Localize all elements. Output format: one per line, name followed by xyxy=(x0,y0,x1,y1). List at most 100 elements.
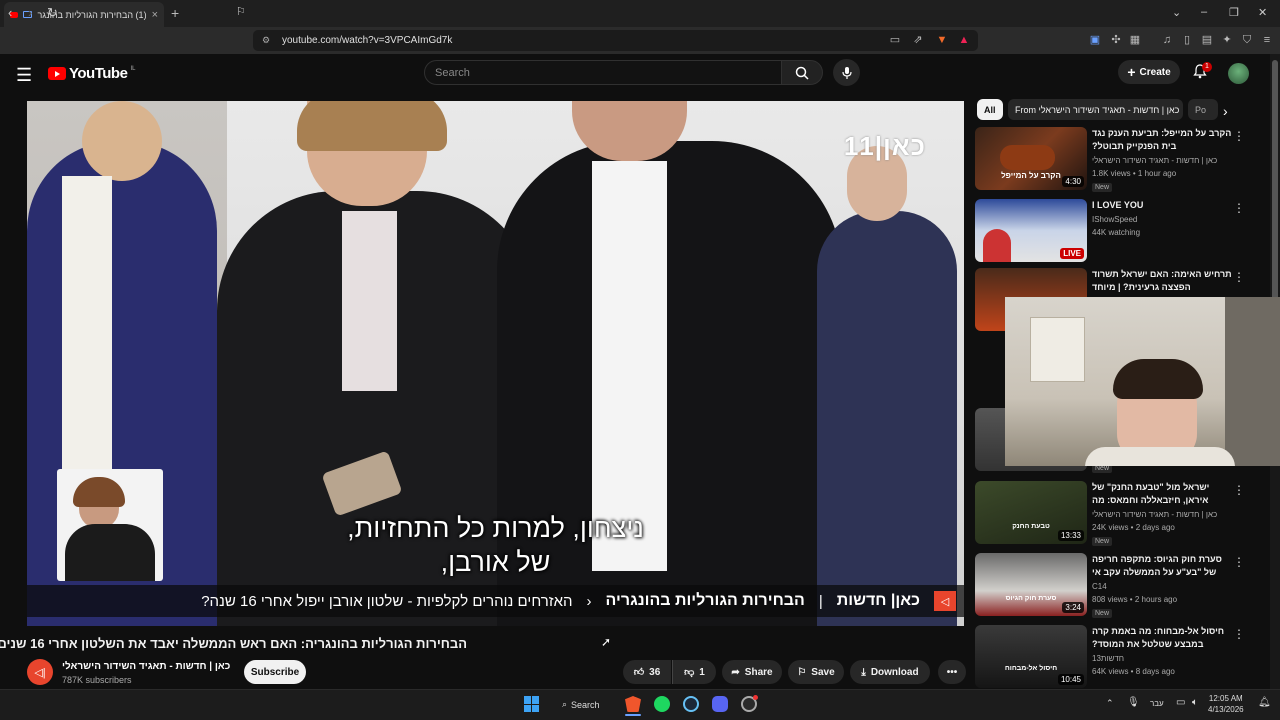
new-badge: New xyxy=(1092,537,1113,546)
media-icon[interactable]: ♫ xyxy=(1160,33,1174,47)
input-language[interactable]: עבר xyxy=(1150,699,1164,708)
vpn-icon[interactable]: ⛉ xyxy=(1240,33,1254,47)
account-avatar[interactable] xyxy=(1228,63,1249,84)
screenshot-icon[interactable]: ▦ xyxy=(1128,33,1142,47)
channel-avatar[interactable]: ◁| xyxy=(27,659,53,685)
download-label: Download xyxy=(870,666,919,678)
share-button[interactable]: ➦ Share xyxy=(722,660,782,684)
url-text: youtube.com/watch?v=3VPCAImGd7k xyxy=(282,35,453,46)
brave-browser-icon[interactable] xyxy=(625,696,641,712)
clock-time: 12:05 AM xyxy=(1208,694,1243,703)
taskbar-clock[interactable]: 12:05 AM 4/13/2026 xyxy=(1208,693,1244,715)
tray-mic-icon[interactable]: 🎙︎ xyxy=(1127,697,1140,708)
video-title: ישראל מול "טבעת החנק" של איראן, חיזבאללה… xyxy=(1092,482,1210,505)
cast-icon[interactable]: ▭ xyxy=(888,33,902,47)
hamburger-menu-icon[interactable]: ☰ xyxy=(16,65,32,86)
video-title: הקרב על המייפל: תביעת הענק נגד בית הפנקי… xyxy=(1092,128,1232,151)
extension-icon[interactable]: ▣ xyxy=(1088,33,1102,47)
spotify-icon[interactable] xyxy=(654,696,670,712)
recommended-video[interactable]: טבעת החנק 13:33 ישראל מול "טבעת החנק" של… xyxy=(975,481,1265,546)
brave-shields-icon[interactable]: ▼ xyxy=(935,33,949,47)
thumbnail-text: טבעת החנק xyxy=(1012,523,1050,530)
create-button[interactable]: + Create xyxy=(1118,60,1180,84)
logo-text: YouTube xyxy=(69,65,128,82)
bookmark-icon[interactable]: ⚐ xyxy=(236,5,246,18)
brave-rewards-icon[interactable]: ▲ xyxy=(957,33,971,47)
site-info-icon[interactable]: ⚙ xyxy=(262,35,270,46)
more-options-icon[interactable]: ⋮ xyxy=(1233,270,1245,284)
bookmark-save-icon: ⚐ xyxy=(797,666,807,678)
chip-from-channel[interactable]: From כאן | חדשות - תאגיד השידור הישראלי xyxy=(1008,99,1183,120)
recommended-video[interactable]: סערת חוק הגיוס 3:24 סערת חוק הגיוס: מתקפ… xyxy=(975,553,1265,618)
address-bar[interactable]: youtube.com/watch?v=3VPCAImGd7k xyxy=(253,30,978,51)
tab-search-chevron-icon[interactable]: ⌄ xyxy=(1172,6,1181,19)
recommended-video[interactable]: הקרב על המייפל 4:30 הקרב על המייפל: תביע… xyxy=(975,127,1265,192)
wallet-icon[interactable]: ▤ xyxy=(1200,33,1214,47)
maximize-icon[interactable]: ❐ xyxy=(1229,6,1239,19)
new-badge: New xyxy=(1092,609,1113,618)
tray-chevron-icon[interactable]: ⌃ xyxy=(1106,698,1114,709)
youtube-logo[interactable]: YouTube IL xyxy=(48,65,135,82)
notification-center-icon[interactable]: 🔔︎ xyxy=(1258,697,1271,708)
news-ticker: ◁ כאן| חדשות | הבחירות הגורליות בהונגריה… xyxy=(27,585,964,617)
create-label: Create xyxy=(1139,66,1171,78)
chip-all[interactable]: All xyxy=(977,99,1003,120)
voice-search-button[interactable] xyxy=(833,59,860,86)
download-icon: ⤓ xyxy=(861,666,866,678)
leo-ai-icon[interactable]: ✦ xyxy=(1220,33,1234,47)
discord-icon[interactable] xyxy=(712,696,728,712)
more-options-icon[interactable]: ⋮ xyxy=(1233,129,1245,143)
video-scarf-center xyxy=(342,211,397,391)
video-thumbnail: LIVE xyxy=(975,199,1087,262)
recommended-video[interactable]: LIVE I LOVE YOU IShowSpeed 44K watching … xyxy=(975,199,1265,263)
download-button[interactable]: ⤓ Download xyxy=(850,660,930,684)
close-window-icon[interactable]: ✕ xyxy=(1258,6,1267,19)
taskbar-search-button[interactable]: ⌕ Search xyxy=(556,694,608,715)
like-count: 36 xyxy=(649,666,661,678)
live-badge: LIVE xyxy=(1060,248,1084,259)
share-page-icon[interactable]: ⇗ xyxy=(911,33,925,47)
webcam-wall xyxy=(1225,297,1280,466)
forward-icon[interactable]: › xyxy=(28,5,32,20)
save-button[interactable]: ⚐ Save xyxy=(788,660,844,684)
recommended-video[interactable]: חיסול אל-מבחוח 10:45 חיסול אל-מבחוח: מה … xyxy=(975,625,1265,689)
scrollbar-thumb[interactable] xyxy=(1272,60,1278,300)
video-title: I LOVE YOU xyxy=(1092,200,1144,210)
microphone-icon xyxy=(841,66,852,79)
new-tab-button[interactable]: + xyxy=(171,5,179,21)
more-options-icon[interactable]: ⋮ xyxy=(1233,201,1245,215)
reload-icon[interactable]: ↻ xyxy=(47,5,58,21)
channel-name[interactable]: כאן | חדשות - תאגיד השידור הישראלי xyxy=(62,661,230,672)
thumbnail-text: חיסול אל-מבחוח xyxy=(1004,665,1058,672)
back-icon[interactable]: ‹ xyxy=(8,5,12,20)
more-actions-button[interactable]: ••• xyxy=(938,660,966,684)
browser-menu-icon[interactable]: ≡ xyxy=(1260,33,1274,47)
clock-date: 4/13/2026 xyxy=(1208,705,1244,714)
like-button[interactable]: 👍︎ 36 xyxy=(623,660,671,684)
more-options-icon[interactable]: ⋮ xyxy=(1233,483,1245,497)
network-icon[interactable]: ▭ xyxy=(1176,697,1185,708)
steam-icon[interactable] xyxy=(683,696,699,712)
search-input[interactable]: Search xyxy=(424,60,782,85)
more-options-icon[interactable]: ⋮ xyxy=(1233,627,1245,641)
kan11-channel-logo: כאן|11 xyxy=(843,131,926,161)
subscribe-button[interactable]: Subscribe xyxy=(244,660,306,684)
chips-next-chevron-icon[interactable]: › xyxy=(1223,103,1228,119)
volume-icon[interactable]: 🔈︎ xyxy=(1192,697,1198,708)
windows-start-icon[interactable] xyxy=(524,696,540,712)
video-duration: 4:30 xyxy=(1062,176,1084,187)
puzzle-icon[interactable]: ✣ xyxy=(1109,33,1123,47)
browser-tab-bar xyxy=(0,0,1280,27)
sidebar-icon[interactable]: ▯ xyxy=(1180,33,1194,47)
more-options-icon[interactable]: ⋮ xyxy=(1233,555,1245,569)
search-button[interactable] xyxy=(781,60,823,85)
video-thumbnail: הקרב על המייפל 4:30 xyxy=(975,127,1087,190)
chip-popular[interactable]: Po xyxy=(1188,99,1218,120)
video-thumbnail: סערת חוק הגיוס 3:24 xyxy=(975,553,1087,616)
video-meta: 64K views • 8 days ago xyxy=(1092,667,1175,676)
close-tab-icon[interactable]: × xyxy=(152,9,158,21)
video-duration: 10:45 xyxy=(1057,674,1084,685)
dislike-button[interactable]: 👎︎ 1 xyxy=(672,660,716,684)
video-player[interactable]: כאן|11 ניצחון, למרות כל התחזיות, של אורב… xyxy=(27,101,964,626)
minimize-icon[interactable]: – xyxy=(1201,6,1207,18)
